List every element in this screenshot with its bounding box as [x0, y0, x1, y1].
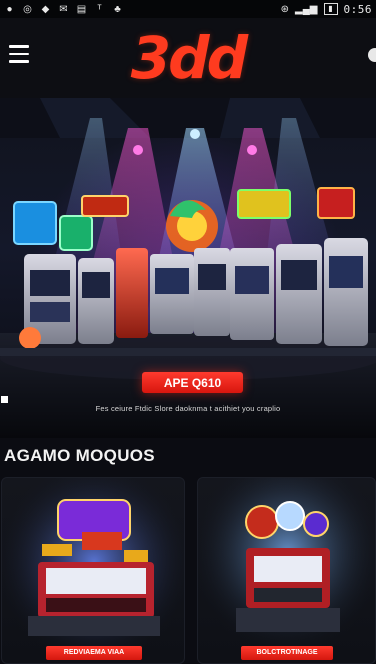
cast-icon: ▤ — [76, 3, 87, 15]
game-title[interactable]: REDVIAEMA VIAA — [46, 646, 142, 660]
status-icons-right: ⊛ ▂▄▆ ▮ 0:56 — [281, 3, 372, 16]
signal-icon: ▂▄▆ — [295, 3, 318, 15]
slot-machine-illustration — [198, 478, 375, 663]
target-icon: ⊛ — [280, 3, 290, 15]
status-bar: ● ◎ ◆ ✉ ▤ ᵀ ♣ ⊛ ▂▄▆ ▮ 0:56 — [0, 0, 376, 18]
tree-icon: ♣ — [114, 3, 121, 15]
app-header: 3dd — [0, 18, 376, 98]
game-card[interactable] — [197, 477, 376, 664]
chat-icon: ◆ — [41, 3, 50, 15]
battery-icon: ▮ — [323, 3, 338, 15]
brand-logo[interactable]: 3dd — [0, 22, 376, 94]
user-icon[interactable] — [368, 48, 376, 62]
carousel-indicator[interactable] — [1, 396, 8, 403]
t-icon: ᵀ — [97, 3, 102, 15]
mail-icon: ✉ — [59, 3, 68, 15]
hero-caption: Fes ceiure Ftdic Slore daoknma t acithie… — [95, 404, 281, 413]
status-icons-left: ● ◎ ◆ ✉ ▤ ᵀ ♣ — [4, 4, 123, 15]
instagram-icon: ◎ — [23, 3, 32, 15]
section-title: AGAMO MOQUOS — [4, 446, 155, 465]
notification-icon: ● — [6, 3, 13, 15]
status-time: 0:56 — [343, 2, 372, 16]
game-title[interactable]: BOLCTROTINAGE — [241, 646, 333, 660]
slot-machine-illustration — [2, 478, 184, 663]
game-card[interactable] — [1, 477, 185, 664]
cta-button[interactable]: APE Q610 — [142, 372, 243, 393]
